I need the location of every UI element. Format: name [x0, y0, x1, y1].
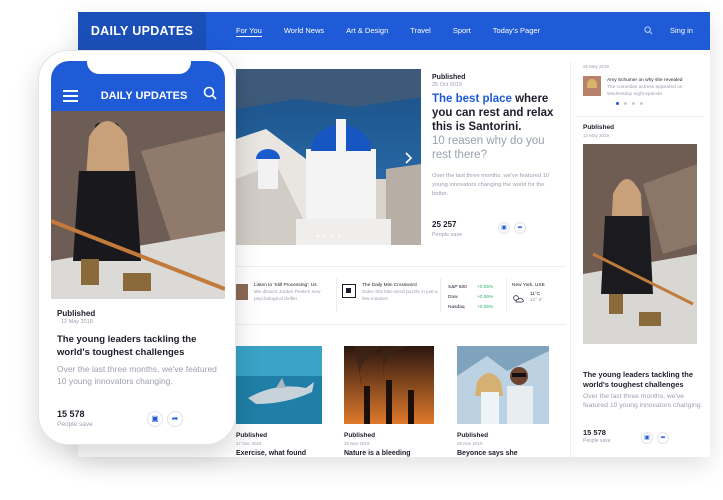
hero-headline[interactable]: The best place where you can rest and re…: [432, 92, 557, 134]
card-date: 17 Dec 2018: [236, 441, 262, 446]
carousel-dot[interactable]: [616, 102, 619, 105]
strip-item-podcast[interactable]: Listen to 'Still Processing': Us We diss…: [254, 282, 338, 303]
search-icon[interactable]: [644, 26, 653, 35]
carousel-dots[interactable]: [616, 102, 648, 105]
hero-save-count-label: People save: [432, 232, 463, 238]
stock-ticker[interactable]: S&P 500 +0.05% Dow +0.06% Nasdaq +0.05%: [446, 282, 503, 314]
phone-notch: [87, 60, 191, 74]
sidebar-top-date: 25 May 2019: [583, 64, 610, 69]
sidebar-published-label: Published: [583, 124, 615, 131]
share-icon[interactable]: ➦: [514, 222, 526, 234]
sidebar-article-title[interactable]: The young leaders tackling the world's t…: [583, 370, 703, 390]
podcast-title: Listen to 'Still Processing': Us: [254, 283, 317, 288]
sidebar-mini-text: The comedian actress appeared on Wednesd…: [607, 85, 683, 97]
stock-name: Dow: [448, 295, 458, 300]
podcast-thumbnail[interactable]: [236, 284, 248, 300]
nav-item-art-design[interactable]: Art & Design: [346, 12, 388, 50]
divider: [575, 116, 705, 117]
carousel-dot[interactable]: [632, 102, 635, 105]
divider: [236, 266, 566, 267]
share-icon[interactable]: ➦: [657, 432, 669, 444]
card-title[interactable]: Beyonce says she: [457, 450, 518, 457]
mobile-article-description: Over the last three months, we've featur…: [57, 364, 217, 386]
divider: [336, 278, 337, 312]
mobile-save-count-label: People save: [57, 421, 93, 428]
card-title[interactable]: Nature is a bleeding: [344, 450, 411, 457]
card-title[interactable]: Exercise, what found: [236, 450, 306, 457]
carousel-dot[interactable]: [640, 102, 643, 105]
stock-name: Nasdaq: [448, 305, 465, 310]
hero-article: Published 25 Oct 2019 The best place whe…: [432, 74, 557, 199]
site-logo[interactable]: DAILY UPDATES: [78, 12, 206, 50]
sidebar-mini-author: Amy Schumer on why she revealed: [607, 78, 683, 83]
mobile-site-logo[interactable]: DAILY UPDATES: [89, 90, 199, 102]
stock-row: Nasdaq +0.05%: [448, 304, 501, 312]
nav-item-world-news[interactable]: World News: [284, 12, 324, 50]
nav-item-todays-paper[interactable]: Today's Pager: [493, 12, 540, 50]
hero-headline-highlight: The best place: [432, 93, 512, 105]
stock-row: Dow +0.06%: [448, 294, 501, 302]
divider: [440, 278, 441, 312]
sidebar-date: 12 May 2019: [583, 133, 610, 138]
mobile-article-image[interactable]: [51, 111, 225, 299]
crossword-text: Solve this bite-sized puzzle in just a f…: [362, 290, 438, 302]
sign-in-link[interactable]: Sing in: [670, 12, 693, 50]
stock-row: S&P 500 +0.05%: [448, 284, 501, 292]
hero-image-santorini[interactable]: [236, 69, 421, 245]
card-image-couple[interactable]: [457, 346, 549, 424]
nav-item-sport[interactable]: Sport: [453, 12, 471, 50]
card-date: 26 Nov 2019: [344, 441, 370, 446]
hero-subheadline: 10 reasen why do you rest there?: [432, 135, 545, 161]
stock-name: S&P 500: [448, 285, 467, 290]
mobile-save-count: 15 578: [57, 409, 85, 419]
top-navigation-bar: DAILY UPDATES For You World News Art & D…: [78, 12, 710, 50]
sidebar-article-description: Over the last three months, we've featur…: [583, 393, 703, 409]
hero-published-label: Published: [432, 74, 466, 81]
crossword-icon[interactable]: [342, 284, 356, 298]
card-date: 26 Nov 2019: [457, 441, 483, 446]
card-published-label: Published: [236, 432, 268, 439]
stock-value: +0.06%: [476, 295, 494, 300]
sidebar-save-count: 15 578: [583, 428, 606, 437]
weather-city: New York, USE: [512, 283, 545, 288]
bookmark-icon[interactable]: ▣: [641, 432, 653, 444]
hero-save-count: 25 257: [432, 220, 457, 229]
nav-item-travel[interactable]: Travel: [410, 12, 431, 50]
carousel-dot[interactable]: [624, 102, 627, 105]
cloud-sun-icon: [513, 294, 524, 302]
crossword-title: The Daily Mini Crossword: [362, 283, 417, 288]
right-sidebar: 25 May 2019 Amy Schumer on why she revea…: [570, 62, 710, 457]
weather-widget[interactable]: New York, USE 11°C 12° 6°: [512, 282, 545, 304]
hero-description: Over the last three months, we've featur…: [432, 173, 550, 197]
mobile-date: 12 May 2018: [61, 319, 93, 325]
card-published-label: Published: [457, 432, 489, 439]
nav-menu: For You World News Art & Design Travel S…: [236, 12, 562, 50]
share-icon[interactable]: ➦: [167, 411, 183, 427]
weather-range: 12° 6°: [530, 298, 544, 303]
card-image-shark[interactable]: [236, 346, 322, 424]
stock-value: +0.05%: [476, 285, 494, 290]
bookmark-icon[interactable]: ▣: [147, 411, 163, 427]
card-published-label: Published: [344, 432, 376, 439]
mobile-article-title[interactable]: The young leaders tackling the world's t…: [57, 333, 227, 359]
mobile-phone-mockup: DAILY UPDATES Published 12 May 2018 The …: [38, 50, 236, 445]
bookmark-icon[interactable]: ▣: [498, 222, 510, 234]
podcast-text: We dissect Jordan Peele's new psychologi…: [254, 290, 321, 302]
search-icon[interactable]: [203, 86, 217, 100]
mobile-published-label: Published: [57, 309, 96, 318]
sidebar-article-image[interactable]: [583, 144, 697, 344]
card-image-smokestacks[interactable]: [344, 346, 434, 424]
divider: [236, 324, 566, 325]
sidebar-mini-thumbnail[interactable]: [583, 76, 601, 96]
hamburger-menu-icon[interactable]: [63, 90, 78, 102]
strip-item-crossword[interactable]: The Daily Mini Crossword Solve this bite…: [362, 282, 442, 303]
hero-date: 25 Oct 2019: [432, 82, 462, 88]
sidebar-mini-article[interactable]: Amy Schumer on why she revealed The come…: [607, 77, 702, 98]
nav-item-for-you[interactable]: For You: [236, 25, 262, 37]
sidebar-save-count-label: People save: [583, 438, 611, 444]
divider: [506, 278, 507, 312]
stock-value: +0.05%: [476, 305, 494, 310]
